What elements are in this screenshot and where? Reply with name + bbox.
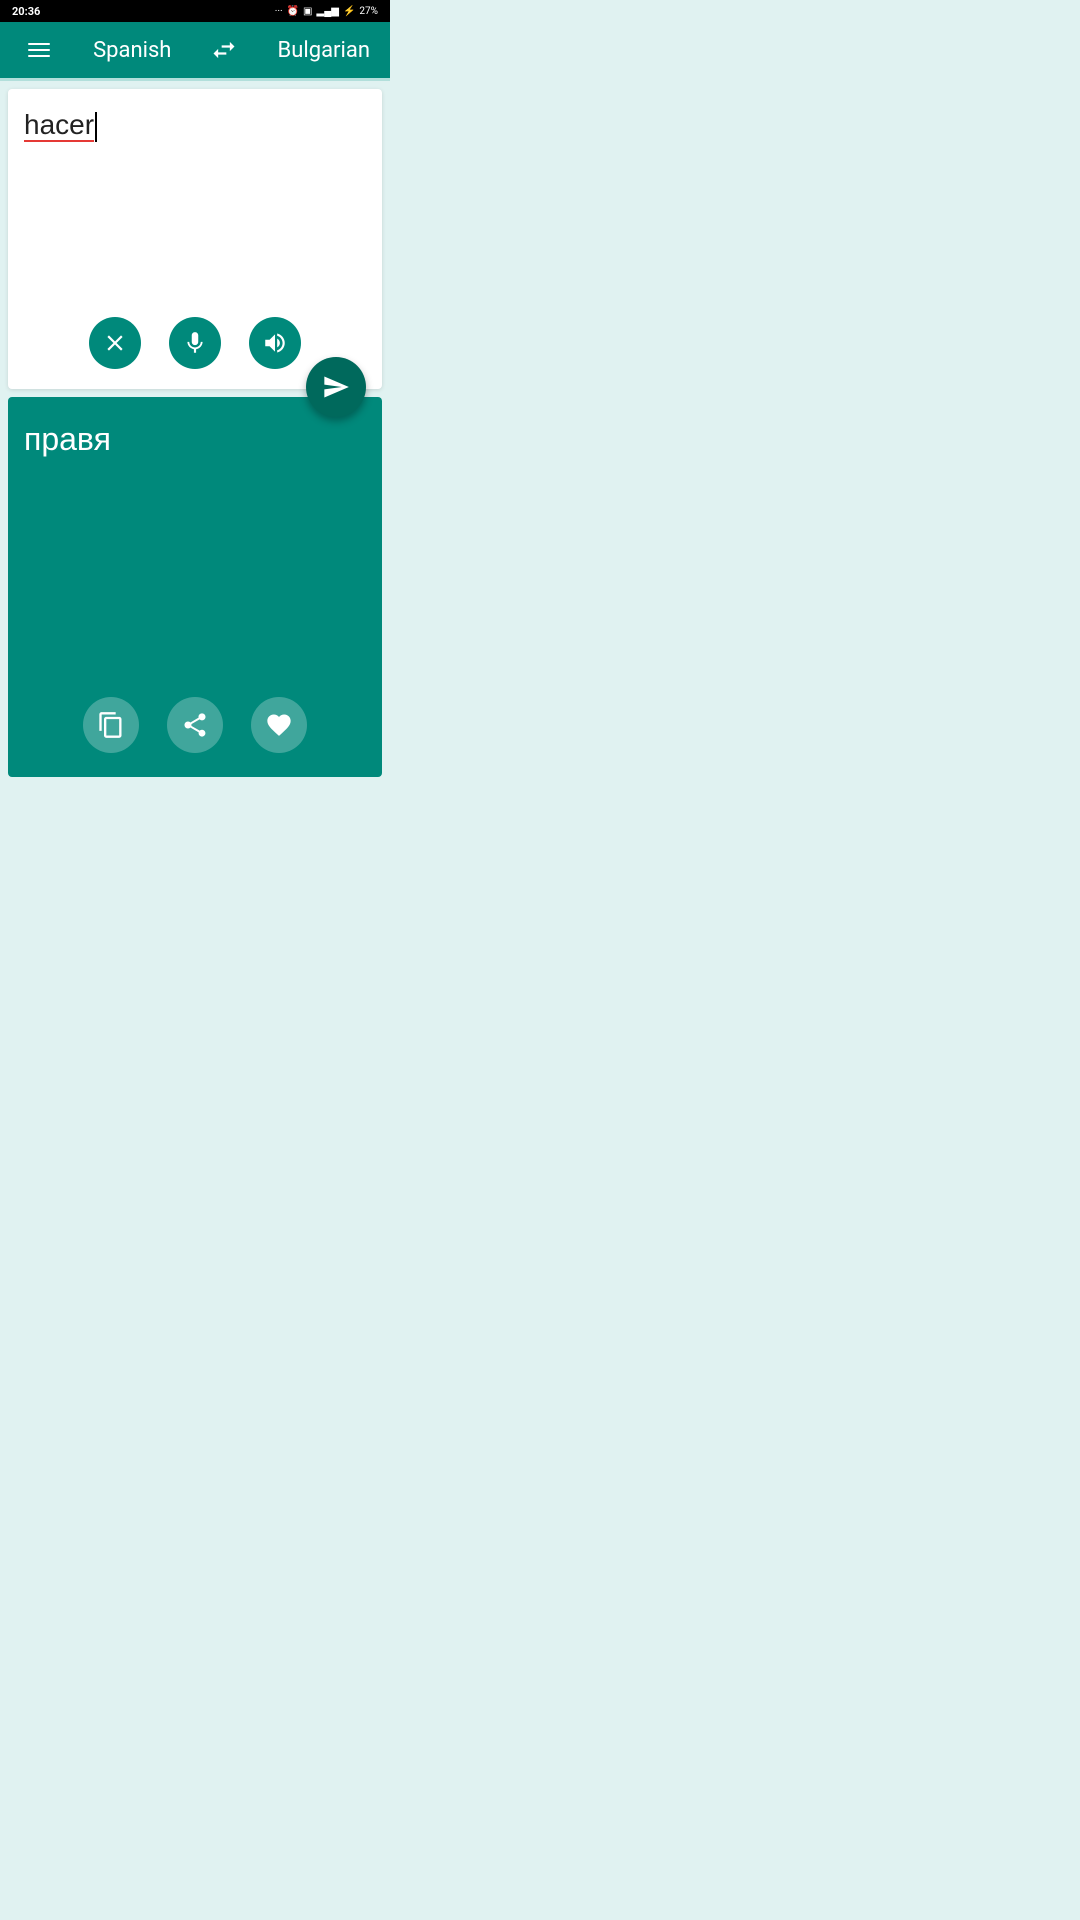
share-icon	[181, 711, 209, 739]
sim-icon: ▣	[303, 6, 312, 17]
translation-actions	[24, 685, 366, 761]
signal-icon: ▂▄▆	[317, 6, 339, 17]
cursor	[95, 112, 97, 142]
navbar: Spanish Bulgarian	[0, 22, 390, 78]
translation-text: правя	[24, 417, 366, 685]
speaker-button[interactable]	[249, 317, 301, 369]
status-bar: 20:36 ··· ⏰ ▣ ▂▄▆ ⚡ 27%	[0, 0, 390, 22]
fab-container	[306, 357, 366, 417]
volume-icon	[262, 330, 288, 356]
copy-button[interactable]	[83, 697, 139, 753]
translation-panel: правя	[8, 397, 382, 777]
status-icons: ··· ⏰ ▣ ▂▄▆ ⚡ 27%	[275, 6, 378, 17]
favorite-button[interactable]	[251, 697, 307, 753]
panels-wrapper: hacer	[0, 89, 390, 777]
swap-languages-button[interactable]	[206, 32, 242, 68]
menu-line2	[28, 49, 50, 51]
input-word: hacer	[24, 109, 94, 142]
copy-icon	[97, 711, 125, 739]
bolt-icon: ⚡	[343, 6, 355, 17]
share-button[interactable]	[167, 697, 223, 753]
menu-line3	[28, 55, 50, 57]
navbar-divider	[0, 78, 390, 81]
send-icon	[322, 373, 350, 401]
battery-text: 27%	[359, 6, 378, 17]
microphone-button[interactable]	[169, 317, 221, 369]
translate-button[interactable]	[306, 357, 366, 417]
source-language-button[interactable]: Spanish	[93, 38, 171, 63]
swap-icon	[210, 36, 238, 64]
close-icon	[102, 330, 128, 356]
alarm-icon: ⏰	[287, 6, 299, 17]
dots-icon: ···	[275, 6, 283, 17]
input-panel: hacer	[8, 89, 382, 389]
mic-icon	[182, 330, 208, 356]
menu-line1	[28, 43, 50, 45]
input-text-display[interactable]: hacer	[24, 105, 366, 305]
target-language-button[interactable]: Bulgarian	[278, 38, 370, 63]
clear-button[interactable]	[89, 317, 141, 369]
menu-button[interactable]	[20, 35, 58, 65]
heart-icon	[265, 711, 293, 739]
status-time: 20:36	[12, 5, 40, 18]
